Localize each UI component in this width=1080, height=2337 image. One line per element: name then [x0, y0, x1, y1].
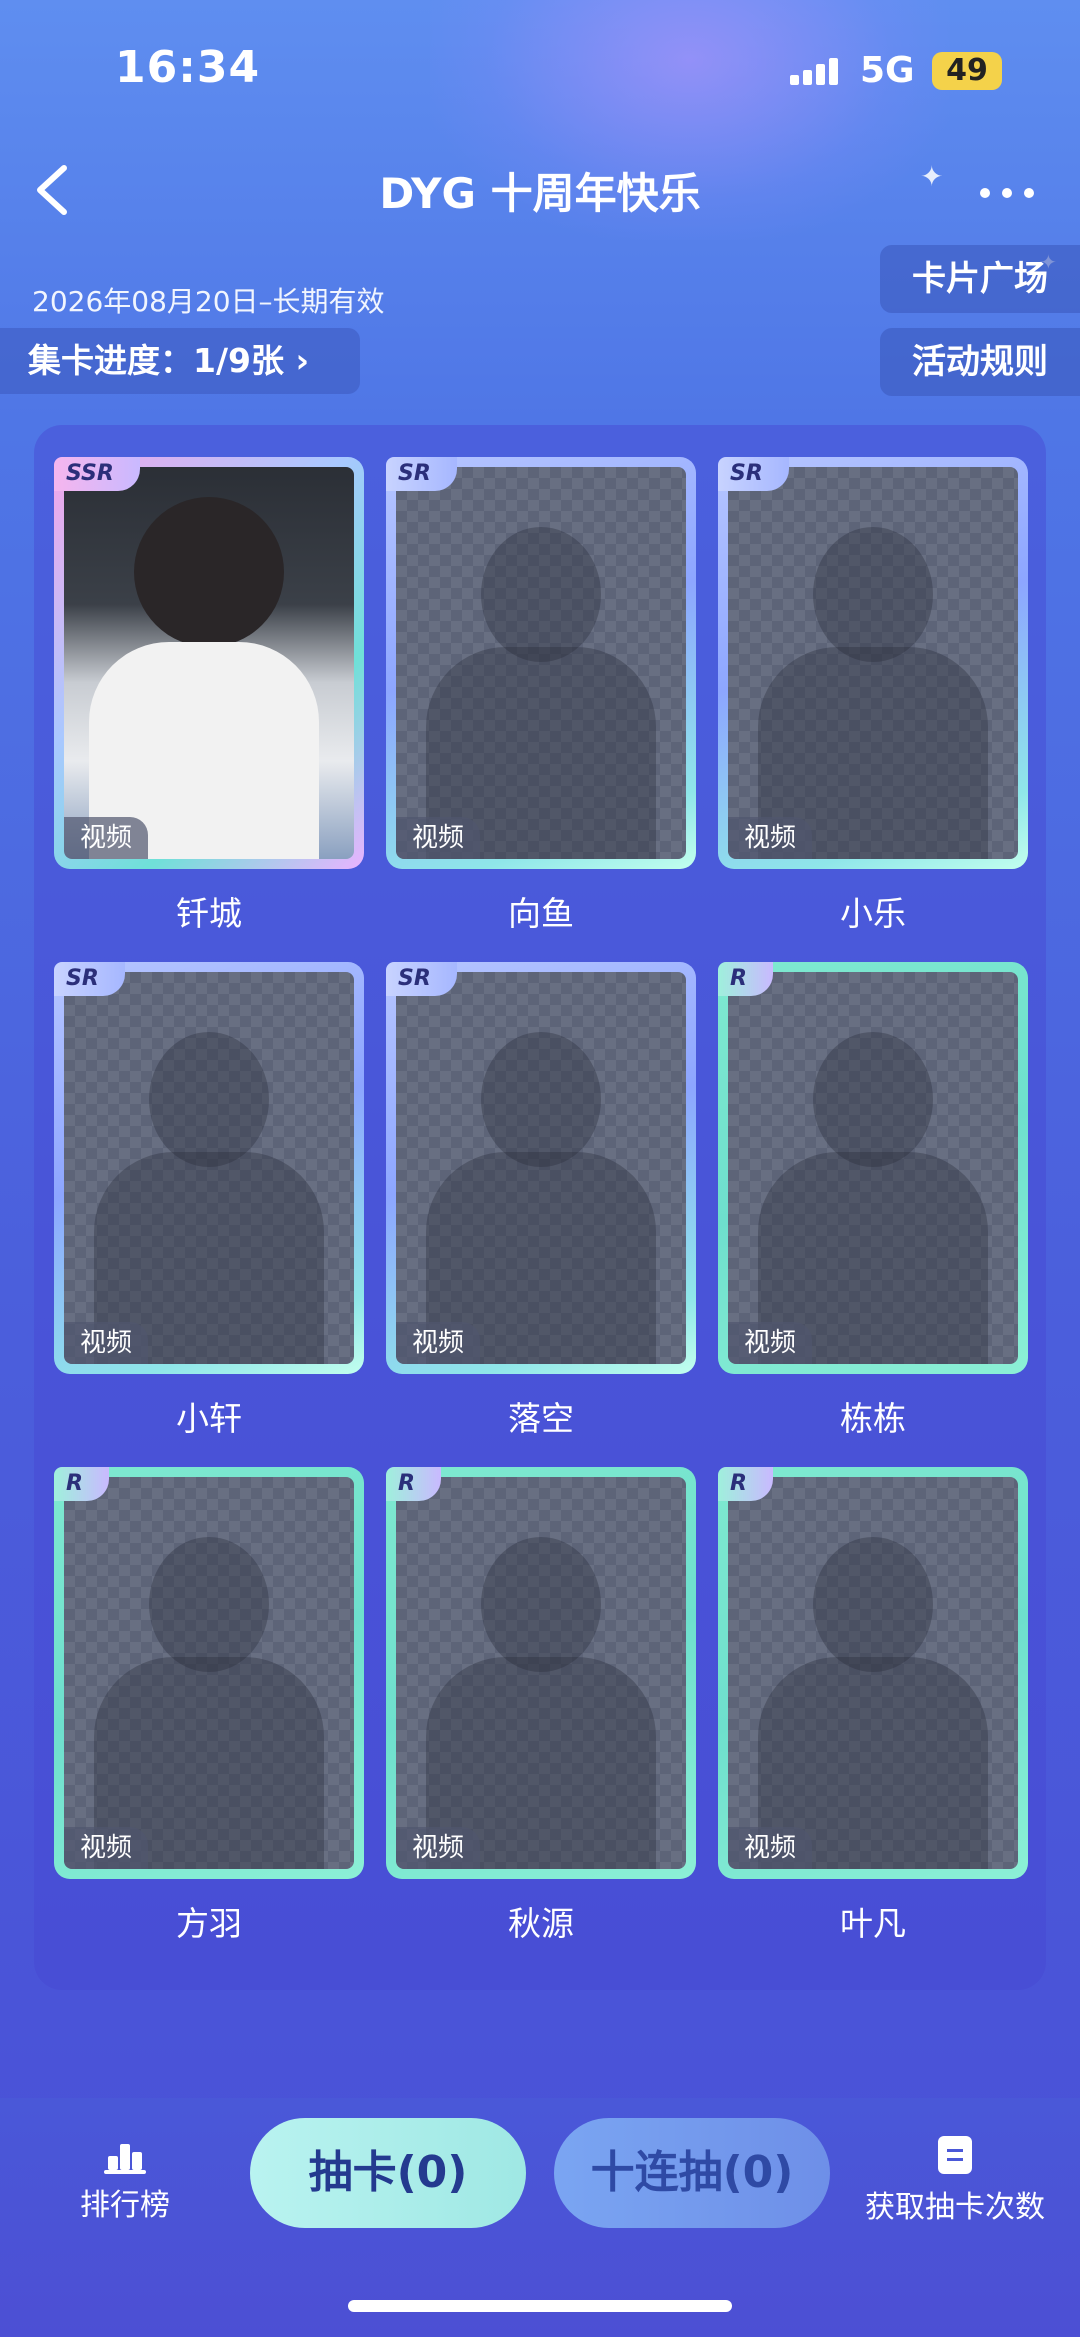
card-frame[interactable]: 视频 SR [386, 457, 696, 869]
card-item[interactable]: 视频 SR 向鱼 [386, 457, 696, 935]
card-image-locked: 视频 [396, 467, 686, 859]
card-frame[interactable]: 视频 R [54, 1467, 364, 1879]
page-title: DYG 十周年快乐 [379, 169, 701, 218]
card-name: 钎城 [176, 894, 242, 933]
get-draws-label: 获取抽卡次数 [865, 2190, 1045, 2225]
card-name: 向鱼 [508, 894, 574, 933]
status-time: 16:34 [115, 42, 261, 93]
card-frame[interactable]: 视频 R [718, 962, 1028, 1374]
person-head [481, 1537, 601, 1672]
rarity-badge: R [386, 1467, 441, 1501]
person-head [481, 1032, 601, 1167]
rarity-badge: R [718, 1467, 773, 1501]
rarity-badge: R [54, 1467, 109, 1501]
card-item[interactable]: 视频 SSR 钎城 [54, 457, 364, 935]
person-head [813, 1032, 933, 1167]
card-image: 视频 [64, 467, 354, 859]
card-image-locked: 视频 [64, 1477, 354, 1869]
video-badge: 视频 [728, 817, 813, 859]
card-image-locked: 视频 [728, 972, 1018, 1364]
card-image-locked: 视频 [396, 972, 686, 1364]
battery-icon: 49 [932, 52, 1002, 90]
card-frame[interactable]: 视频 SR [54, 962, 364, 1374]
card-square-button[interactable]: 卡片广场 [880, 245, 1080, 313]
person-head [813, 1537, 933, 1672]
ten-draw-button[interactable]: 十连抽(0) [554, 2118, 830, 2228]
signal-icon [790, 55, 844, 85]
person-head [134, 497, 284, 647]
person-head [813, 527, 933, 662]
home-indicator [348, 2300, 732, 2312]
card-image-locked: 视频 [728, 467, 1018, 859]
card-name: 小轩 [176, 1399, 242, 1438]
card-item[interactable]: 视频 R 叶凡 [718, 1467, 1028, 1945]
rarity-badge: SR [386, 962, 457, 996]
rarity-badge: R [718, 962, 773, 996]
card-item[interactable]: 视频 R 栋栋 [718, 962, 1028, 1440]
validity-period: 2026年08月20日–长期有效 [32, 285, 385, 318]
video-badge: 视频 [64, 1827, 149, 1869]
video-badge: 视频 [64, 1322, 149, 1364]
person-head [149, 1537, 269, 1672]
activity-rules-button[interactable]: 活动规则 [880, 328, 1080, 396]
bar-chart-icon [104, 2138, 146, 2174]
card-name: 秋源 [508, 1904, 574, 1943]
card-image-locked: 视频 [64, 972, 354, 1364]
more-dots-icon[interactable] [980, 182, 1040, 202]
card-image-locked: 视频 [728, 1477, 1018, 1869]
person-head [481, 527, 601, 662]
card-name: 方羽 [176, 1904, 242, 1943]
card-item[interactable]: 视频 SR 小乐 [718, 457, 1028, 935]
rarity-badge: SR [54, 962, 125, 996]
card-item[interactable]: 视频 SR 落空 [386, 962, 696, 1440]
rarity-badge: SR [386, 457, 457, 491]
leaderboard-label: 排行榜 [80, 2188, 170, 2223]
video-badge: 视频 [728, 1322, 813, 1364]
card-frame[interactable]: 视频 SR [386, 962, 696, 1374]
rarity-badge: SR [718, 457, 789, 491]
card-image-locked: 视频 [396, 1477, 686, 1869]
status-bar: 16:34 5G 49 [0, 0, 1080, 130]
card-frame[interactable]: 视频 R [386, 1467, 696, 1879]
rarity-badge: SSR [54, 457, 140, 491]
card-item[interactable]: 视频 SR 小轩 [54, 962, 364, 1440]
card-name: 落空 [508, 1399, 574, 1438]
card-frame[interactable]: 视频 SSR [54, 457, 364, 869]
draw-card-button[interactable]: 抽卡(0) [250, 2118, 526, 2228]
video-badge: 视频 [728, 1827, 813, 1869]
card-item[interactable]: 视频 R 方羽 [54, 1467, 364, 1945]
video-badge: 视频 [64, 817, 149, 859]
document-icon [938, 2136, 972, 2174]
card-name: 叶凡 [840, 1904, 906, 1943]
card-frame[interactable]: 视频 R [718, 1467, 1028, 1879]
get-draws-button[interactable]: 获取抽卡次数 [860, 2136, 1050, 2226]
video-badge: 视频 [396, 1322, 481, 1364]
card-grid-panel: 视频 SSR 钎城 视频 SR 向鱼 视频 SR 小乐 视频 SR 小轩 视频 … [34, 425, 1046, 1990]
video-badge: 视频 [396, 817, 481, 859]
network-type: 5G [860, 50, 915, 91]
card-frame[interactable]: 视频 SR [718, 457, 1028, 869]
leaderboard-button[interactable]: 排行榜 [60, 2138, 190, 2224]
card-item[interactable]: 视频 R 秋源 [386, 1467, 696, 1945]
card-name: 栋栋 [840, 1399, 906, 1438]
person-head [149, 1032, 269, 1167]
video-badge: 视频 [396, 1827, 481, 1869]
collection-progress-button[interactable]: 集卡进度：1/9张 › [0, 328, 360, 394]
card-name: 小乐 [840, 894, 906, 933]
